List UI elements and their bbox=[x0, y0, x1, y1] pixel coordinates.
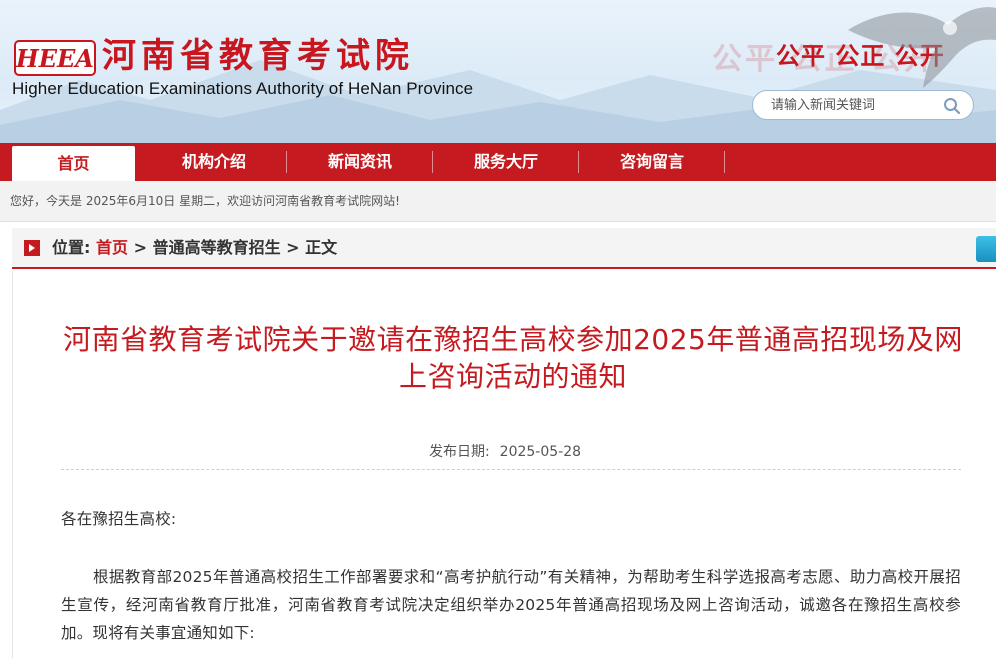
title-divider bbox=[61, 469, 961, 470]
nav-about[interactable]: 机构介绍 bbox=[142, 143, 286, 181]
publish-date-label: 发布日期: bbox=[428, 444, 490, 460]
nav-news[interactable]: 新闻资讯 bbox=[288, 143, 432, 181]
breadcrumb-current: 正文 bbox=[305, 238, 338, 257]
search-input[interactable] bbox=[771, 96, 941, 114]
svg-text:HEEA: HEEA bbox=[15, 44, 94, 73]
side-tool-icon[interactable] bbox=[976, 236, 996, 262]
breadcrumb-separator: > bbox=[286, 238, 300, 257]
breadcrumb-path: 位置: 首页 > 普通高等教育招生 > 正文 bbox=[52, 228, 337, 267]
location-icon bbox=[24, 240, 40, 256]
nav-home[interactable]: 首页 bbox=[12, 146, 135, 181]
article-paragraph: 根据教育部2025年普通高校招生工作部署要求和“高考护航行动”有关精神，为帮助考… bbox=[61, 568, 961, 642]
welcome-text: 您好，今天是 2025年6月10日 星期二，欢迎访问河南省教育考试院网站! bbox=[10, 194, 400, 208]
heea-logo[interactable]: HEEA bbox=[14, 40, 96, 76]
breadcrumb-section-link[interactable]: 普通高等教育招生 bbox=[153, 238, 281, 257]
main-nav: 首页 机构介绍 新闻资讯 服务大厅 咨询留言 bbox=[0, 143, 996, 181]
breadcrumb-home-link[interactable]: 首页 bbox=[96, 238, 128, 257]
nav-consult[interactable]: 咨询留言 bbox=[580, 143, 724, 181]
site-header: HEEA 河南省教育考试院 Higher Education Examinati… bbox=[0, 0, 996, 143]
nav-divider bbox=[578, 151, 579, 173]
site-title: 河南省教育考试院 bbox=[102, 36, 414, 76]
welcome-bar: 您好，今天是 2025年6月10日 星期二，欢迎访问河南省教育考试院网站! bbox=[0, 181, 996, 222]
nav-services[interactable]: 服务大厅 bbox=[434, 143, 578, 181]
publish-date-value: 2025-05-28 bbox=[499, 444, 582, 460]
article-content: 河南省教育考试院关于邀请在豫招生高校参加2025年普通高招现场及网上咨询活动的通… bbox=[12, 271, 996, 658]
site-subtitle: Higher Education Examinations Authority … bbox=[12, 79, 474, 98]
nav-divider bbox=[286, 151, 287, 173]
search-icon[interactable] bbox=[943, 97, 961, 115]
breadcrumb: 位置: 首页 > 普通高等教育招生 > 正文 bbox=[12, 228, 996, 269]
nav-divider bbox=[432, 151, 433, 173]
article-greeting: 各在豫招生高校: bbox=[61, 510, 177, 528]
eagle-image bbox=[848, 7, 996, 88]
nav-divider bbox=[724, 151, 725, 173]
breadcrumb-prefix: 位置: bbox=[52, 238, 91, 257]
breadcrumb-separator: > bbox=[133, 238, 147, 257]
article-title: 河南省教育考试院关于邀请在豫招生高校参加2025年普通高招现场及网上咨询活动的通… bbox=[63, 323, 963, 393]
search-box[interactable] bbox=[752, 90, 974, 120]
publish-date: 发布日期: 2025-05-28 bbox=[13, 441, 996, 461]
